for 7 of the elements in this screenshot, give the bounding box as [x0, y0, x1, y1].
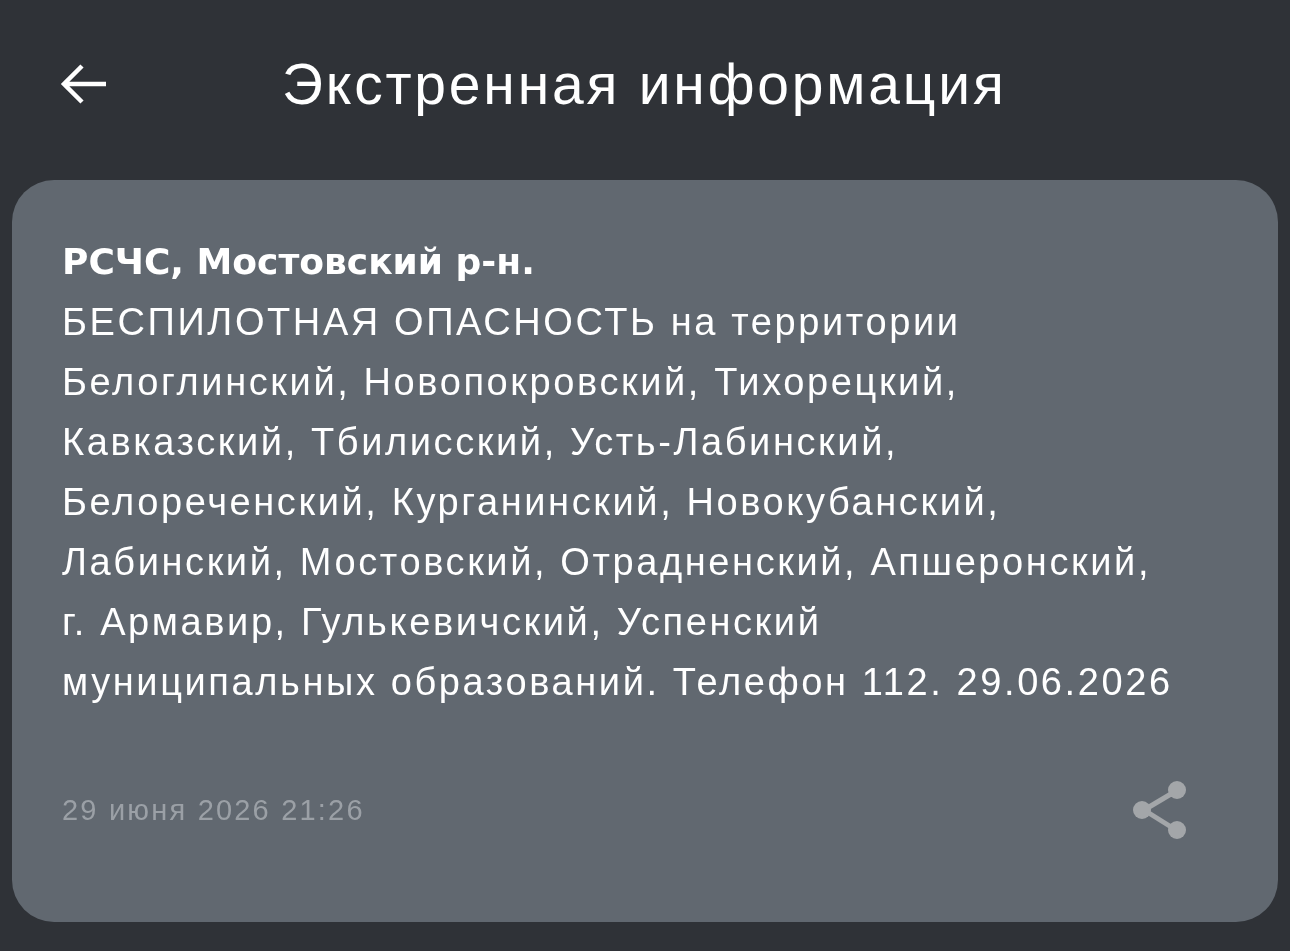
screen-title: Экстренная информация [282, 51, 1007, 117]
alert-message: БЕСПИЛОТНАЯ ОПАСНОСТЬ на территории Белоглинский, Новопокровский, Тихорецкий, Кавказский, Тбилисский, Усть-Лабинский, Белореченский, Курганинский, Новокубанский, Лабинский, Мостовский, Отрадненский, Апшеронский, г. Армавир, Гулькевичский, Успенский муниципальных образований. Телефон 112. 29.06.2026 [62, 300, 1174, 705]
back-arrow-icon [60, 64, 108, 104]
alert-timestamp: 29 июня 2026 21:26 [62, 793, 365, 827]
alert-source: РСЧС, Мостовский р-н. [62, 240, 536, 284]
back-button[interactable] [60, 64, 108, 104]
share-icon [1132, 780, 1188, 840]
